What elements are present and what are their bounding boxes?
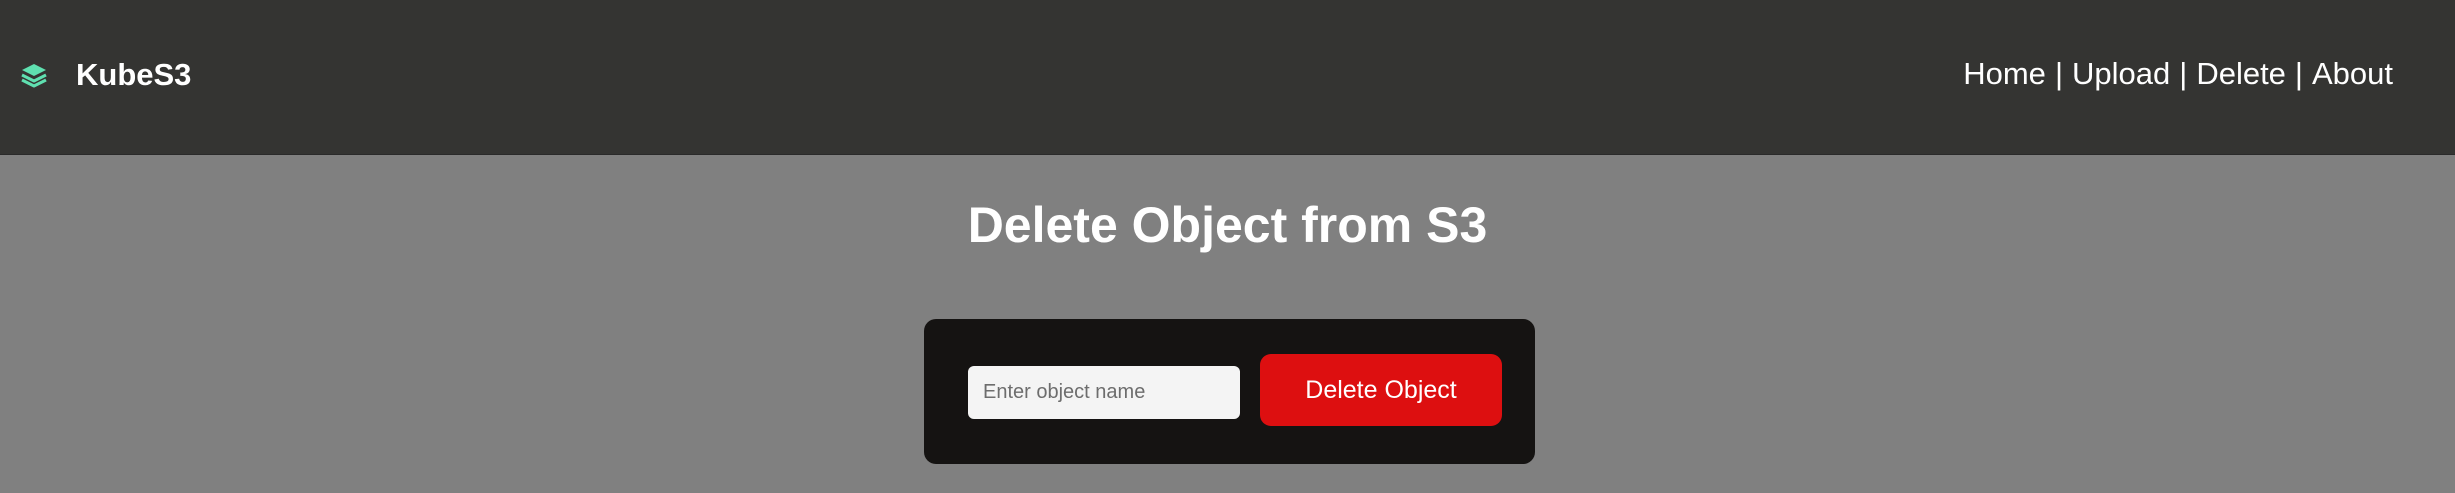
nav-link-about[interactable]: About	[2312, 56, 2393, 92]
nav-links: Home | Upload | Delete | About	[1963, 56, 2393, 92]
nav-link-home[interactable]: Home	[1963, 56, 2046, 92]
nav-separator: |	[2179, 56, 2188, 91]
nav-separator: |	[2054, 56, 2063, 91]
delete-object-button[interactable]: Delete Object	[1260, 354, 1502, 426]
nav-link-upload[interactable]: Upload	[2072, 56, 2170, 92]
object-name-input[interactable]	[968, 366, 1240, 419]
brand-name: KubeS3	[76, 57, 192, 92]
top-navbar: KubeS3 Home | Upload | Delete | About	[0, 0, 2455, 155]
delete-form-panel: Delete Object	[924, 319, 1535, 464]
page-title: Delete Object from S3	[967, 197, 1488, 253]
layers-icon	[20, 61, 48, 89]
nav-separator: |	[2294, 56, 2303, 91]
brand[interactable]: KubeS3	[20, 52, 191, 98]
nav-link-delete[interactable]: Delete	[2196, 56, 2286, 92]
